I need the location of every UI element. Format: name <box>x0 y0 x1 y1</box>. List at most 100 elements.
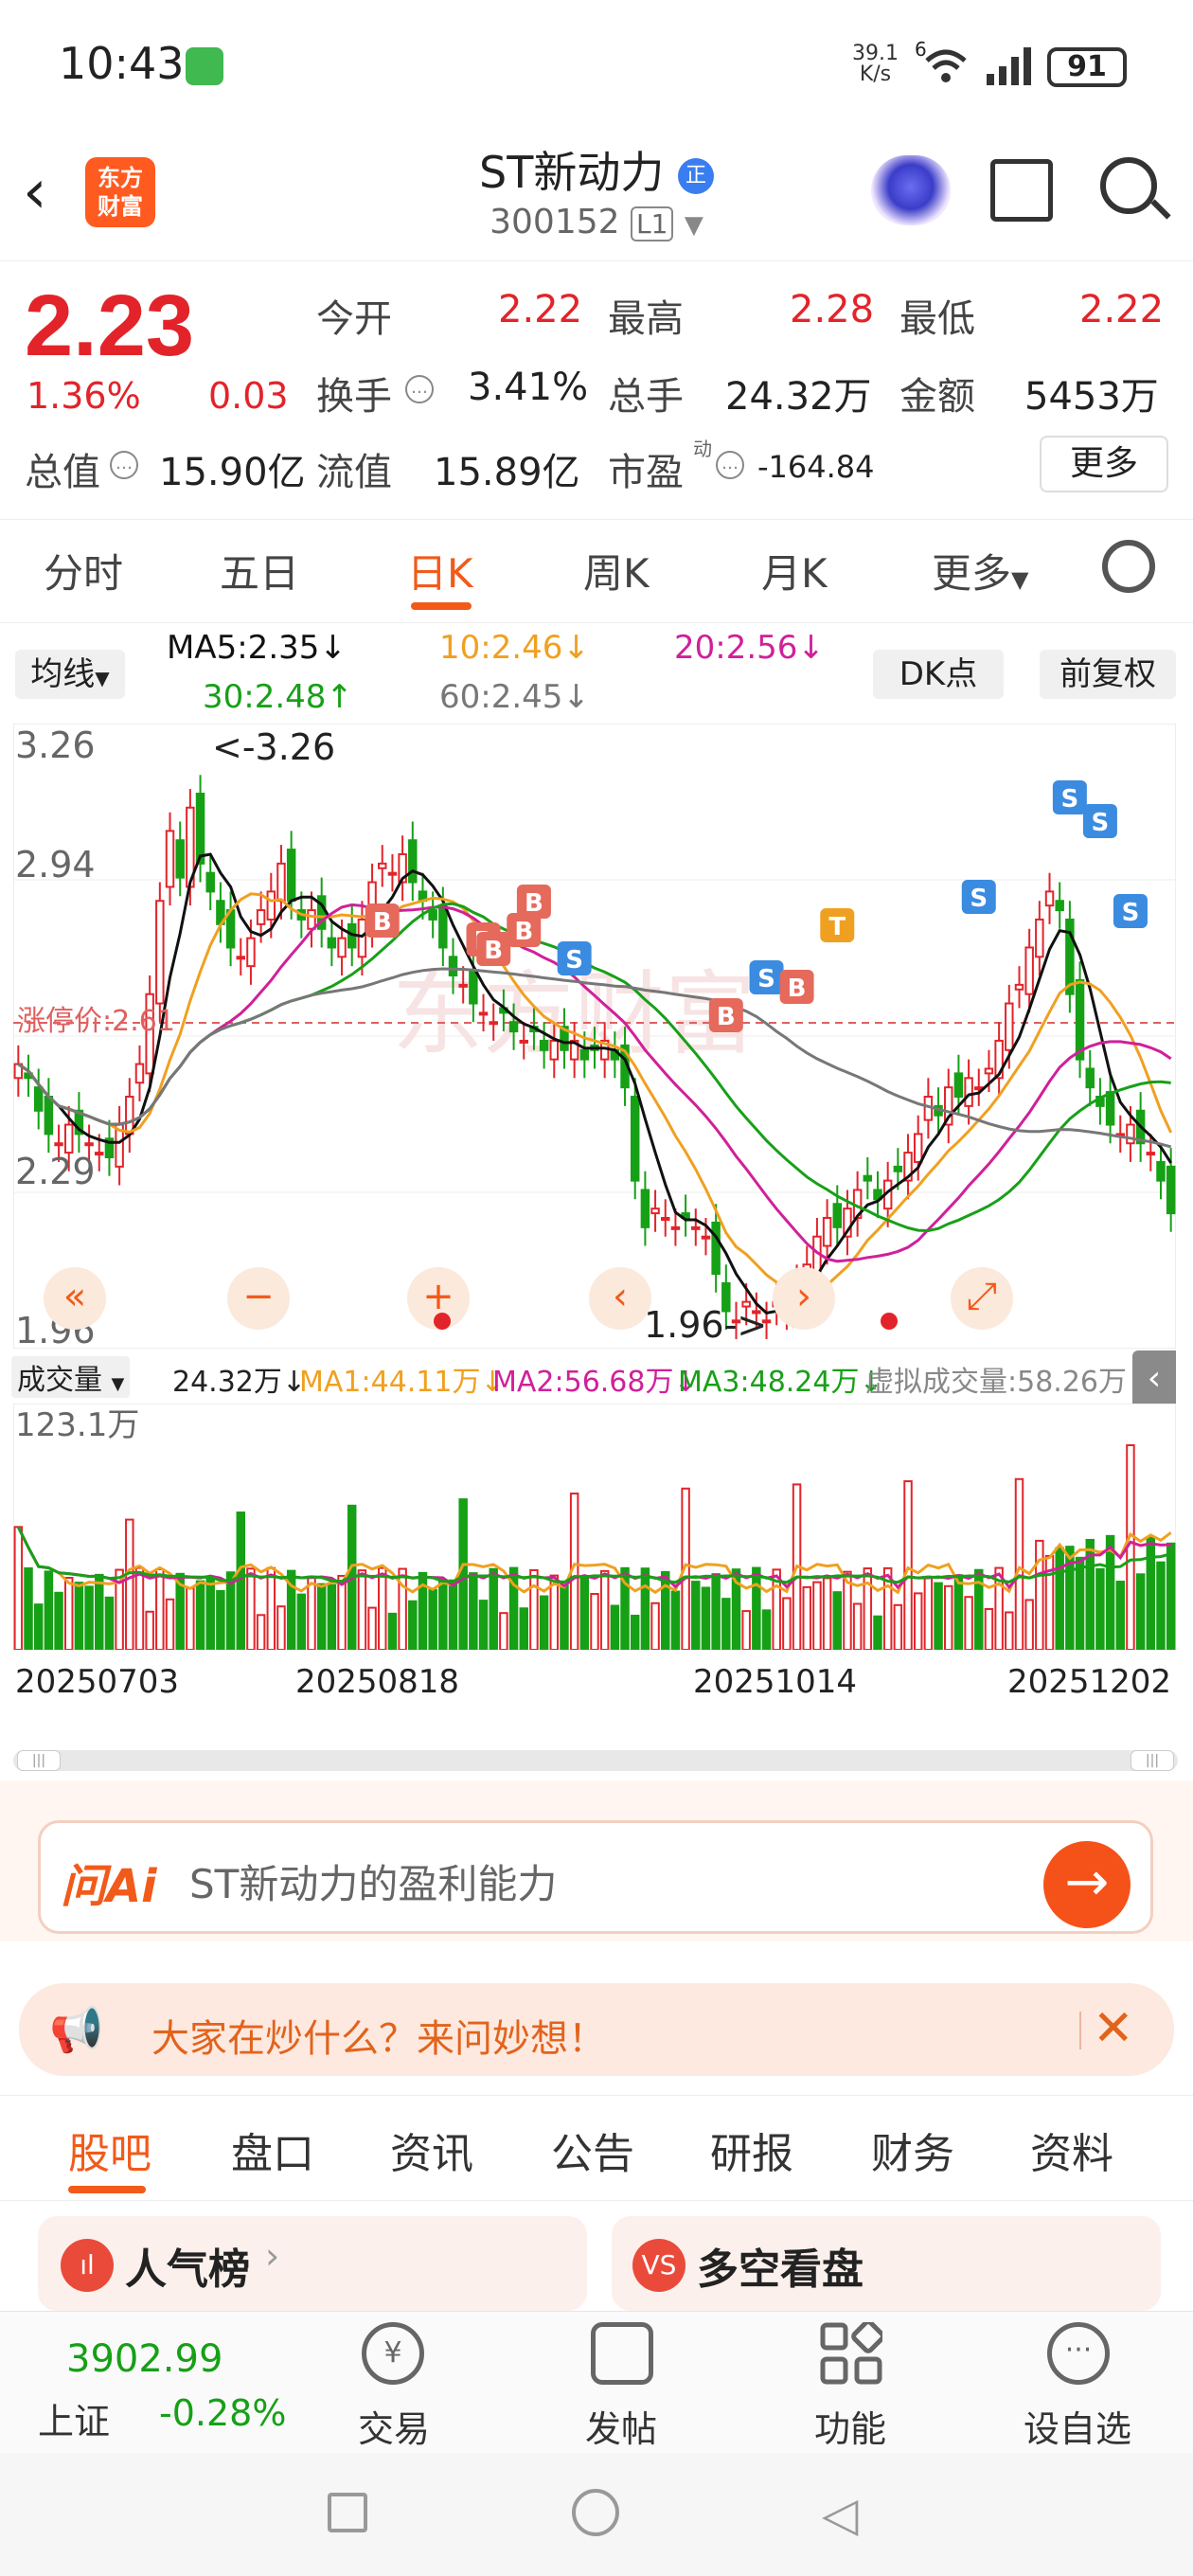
candle <box>307 909 316 930</box>
app-logo[interactable]: 东方财富 <box>85 157 155 227</box>
grid-icon[interactable] <box>820 2322 882 2385</box>
index-value[interactable]: 3902.99 <box>66 2337 223 2381</box>
tab-profile[interactable]: 资料 <box>1030 2120 1113 2180</box>
active-tab-indicator <box>68 2186 146 2193</box>
edit-icon[interactable] <box>591 2322 653 2385</box>
candle <box>125 1096 134 1136</box>
candle <box>54 1142 63 1147</box>
volume-bar <box>752 1566 761 1650</box>
signal-label: B <box>717 1003 736 1031</box>
tab-more[interactable]: 更多▼ <box>932 542 1028 599</box>
info-icon[interactable]: … <box>110 451 138 479</box>
volume-bar <box>610 1604 620 1650</box>
nav-back-button[interactable]: ◁ <box>822 2487 858 2542</box>
tab-news[interactable]: 资讯 <box>390 2120 473 2180</box>
volume-ma3: MA3:48.24万↓ <box>678 1366 883 1399</box>
volume-bar <box>691 1581 701 1650</box>
ma-selector[interactable]: 均线▼ <box>15 650 125 699</box>
volume-bar <box>145 1610 154 1650</box>
info-icon[interactable]: … <box>405 375 434 403</box>
volume-bar <box>246 1567 256 1650</box>
more-dots-icon[interactable]: ··· <box>1047 2322 1110 2385</box>
red-dot <box>881 1313 898 1330</box>
collapse-panel-button[interactable]: ‹ <box>1132 1351 1176 1409</box>
tab-five-day[interactable]: 五日 <box>220 542 299 599</box>
ma20-value: 20:2.56↓ <box>674 629 825 667</box>
tab-orderbook[interactable]: 盘口 <box>231 2120 314 2180</box>
index-change[interactable]: -0.28% <box>159 2392 286 2434</box>
ai-query-text[interactable]: ST新动力的盈利能力 <box>189 1852 557 1910</box>
volume-bar <box>822 1577 832 1650</box>
signal-label: B <box>788 975 807 1003</box>
ai-robot-icon[interactable] <box>871 155 951 225</box>
tab-weekly-k[interactable]: 周K <box>583 542 650 599</box>
long-short-title: 多空看盘 <box>697 2245 864 2294</box>
close-icon[interactable]: ✕ <box>1093 2000 1134 2057</box>
level-tag: L1 <box>631 206 674 242</box>
scroll-left-button[interactable]: ‹ <box>589 1267 651 1330</box>
tab-daily-k[interactable]: 日K <box>407 542 473 599</box>
candle <box>236 956 245 960</box>
index-name[interactable]: 上证 <box>38 2392 110 2444</box>
trade-icon[interactable]: ¥ <box>362 2322 424 2385</box>
info-icon[interactable]: … <box>716 451 744 479</box>
long-short-card[interactable] <box>612 2216 1161 2311</box>
tab-research[interactable]: 研报 <box>710 2120 793 2180</box>
date-label: 20250703 <box>15 1663 180 1701</box>
y-axis-label-3: 2.29 <box>15 1151 96 1192</box>
stock-name: ST新动力 <box>479 147 665 198</box>
tab-announcements[interactable]: 公告 <box>551 2120 634 2180</box>
volume-bar <box>761 1609 772 1650</box>
volume-chart[interactable]: 123.1万 <box>13 1404 1176 1650</box>
volume-bar <box>378 1566 387 1650</box>
volume-bar <box>1115 1581 1126 1650</box>
chevron-down-icon: ▼ <box>684 211 703 240</box>
trade-label[interactable]: 交易 <box>318 2400 470 2452</box>
scroll-right-button[interactable]: › <box>773 1267 835 1330</box>
recent-apps-button[interactable] <box>328 2493 367 2532</box>
volume-bar <box>782 1597 792 1650</box>
candle <box>84 1142 94 1147</box>
volume-bar <box>216 1589 225 1650</box>
zoom-out-far-button[interactable]: « <box>44 1267 106 1330</box>
scroll-handle-right[interactable]: ||| <box>1131 1750 1174 1771</box>
candle <box>1024 946 1034 995</box>
adjust-mode-button[interactable]: 前复权 <box>1040 650 1176 699</box>
stock-code-row[interactable]: 300152 L1 ▼ <box>407 203 786 242</box>
candle <box>893 1165 903 1172</box>
float-value-label: 流值 <box>316 451 392 494</box>
dk-point-button[interactable]: DK点 <box>873 650 1004 699</box>
function-label[interactable]: 功能 <box>775 2400 926 2452</box>
zoom-out-button[interactable]: − <box>227 1267 290 1330</box>
volume-selector[interactable]: 成交量 ▼ <box>11 1356 131 1398</box>
kline-chart[interactable]: 东方财富 BBBBBSBSBTSSSS 3.26 2.94 2.29 1.96 … <box>13 724 1176 1349</box>
volume-bar <box>458 1498 468 1650</box>
candle <box>95 1152 104 1156</box>
ai-logo: 问Ai <box>61 1860 157 1913</box>
gear-icon[interactable] <box>1102 540 1155 593</box>
candle <box>984 1067 994 1075</box>
chart-scrollbar[interactable]: ||| ||| <box>13 1750 1178 1771</box>
change-amount: 0.03 <box>208 375 289 417</box>
candle <box>63 1123 74 1154</box>
signal-label: S <box>1122 899 1140 927</box>
add-watchlist-label[interactable]: 设自选 <box>1002 2400 1153 2452</box>
tab-intraday[interactable]: 分时 <box>44 542 123 599</box>
fullscreen-button[interactable]: ⤢ <box>951 1267 1013 1330</box>
tab-finance[interactable]: 财务 <box>871 2120 954 2180</box>
notice-text[interactable]: 大家在炒什么？来问妙想！ <box>151 2008 606 2063</box>
popularity-card[interactable] <box>38 2216 587 2311</box>
post-label[interactable]: 发帖 <box>545 2400 697 2452</box>
tab-forum[interactable]: 股吧 <box>68 2120 151 2180</box>
search-icon[interactable] <box>1100 157 1157 214</box>
share-icon[interactable] <box>990 159 1053 222</box>
tab-monthly-k[interactable]: 月K <box>761 542 828 599</box>
back-button[interactable]: ‹ <box>23 159 70 225</box>
more-button[interactable]: 更多 <box>1040 436 1168 492</box>
candle <box>44 1096 54 1136</box>
volume-selector-label: 成交量 <box>17 1364 102 1397</box>
arrow-right-icon[interactable]: → <box>1043 1841 1131 1928</box>
scroll-handle-left[interactable]: ||| <box>17 1750 61 1771</box>
home-button[interactable] <box>572 2489 619 2536</box>
candle <box>134 1063 145 1084</box>
